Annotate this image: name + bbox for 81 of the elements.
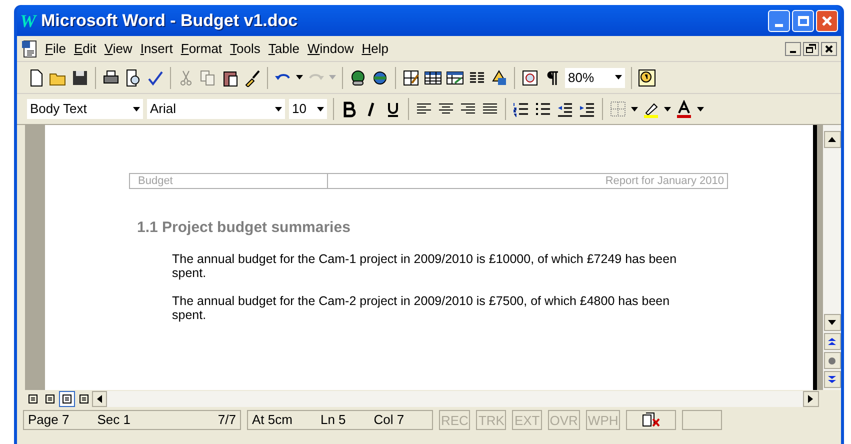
menu-item[interactable]: View: [100, 38, 136, 58]
dropdown-arrow-icon[interactable]: [664, 106, 671, 112]
print-layout-button[interactable]: [59, 391, 75, 407]
table-icon[interactable]: [424, 68, 442, 86]
arrow-icon: [828, 318, 836, 326]
body-paragraph: The annual budget for the Cam-2 project in 2009/2010 is £7500, of which £4800 has been spent.: [172, 294, 671, 322]
globe-link-icon[interactable]: [349, 68, 367, 86]
circle-icon: [828, 356, 836, 364]
document-map-icon[interactable]: [521, 68, 539, 86]
close-icon: [825, 44, 833, 52]
font-dropdown[interactable]: Arial: [147, 99, 285, 119]
page-lines-icon: [45, 394, 55, 404]
close-button[interactable]: [816, 10, 838, 32]
dropdown-arrow-icon[interactable]: [631, 106, 638, 112]
section-heading: 1.1 Project budget summaries: [137, 218, 352, 238]
help-icon[interactable]: [638, 68, 656, 86]
book-error-icon[interactable]: [641, 412, 662, 428]
menu-item[interactable]: File: [41, 38, 70, 58]
maximize-button[interactable]: [792, 10, 814, 32]
menu-item[interactable]: Insert: [136, 38, 177, 58]
status-panel: [682, 410, 722, 430]
printer-icon[interactable]: [102, 68, 120, 86]
menu-item[interactable]: Tools: [226, 38, 264, 58]
select-browse-object-button[interactable]: [824, 352, 840, 369]
dropdown-arrow-icon[interactable]: [317, 106, 324, 112]
close-document-button[interactable]: [821, 42, 837, 56]
status-text: Sec 1: [97, 411, 130, 430]
minimize-document-button[interactable]: [785, 42, 801, 56]
close-icon: [821, 14, 833, 26]
previous-page-button[interactable]: [824, 333, 840, 350]
header-text: Report for January 2010: [605, 174, 724, 188]
double-down-arrow-icon: [828, 376, 836, 384]
menu-item[interactable]: Edit: [70, 38, 100, 58]
font-color-icon[interactable]: [675, 100, 693, 118]
window-title: Microsoft Word - Budget v1.doc: [41, 10, 299, 32]
status-text: Page 7: [28, 411, 70, 430]
clipboard-icon[interactable]: [221, 68, 239, 86]
dropdown-arrow-icon[interactable]: [275, 106, 282, 112]
app-logo: W: [20, 12, 36, 30]
tables-borders-icon[interactable]: [402, 68, 420, 86]
dropdown-arrow-icon[interactable]: [133, 106, 140, 112]
restore-document-button[interactable]: [803, 42, 819, 56]
scroll-right-button[interactable]: [803, 391, 819, 407]
spelling-check-icon[interactable]: [146, 68, 164, 86]
body-paragraph: The annual budget for the Cam-1 project in 2009/2010 is £10000, of which £7249 has been spent.: [172, 252, 678, 280]
dropdown-arrow-icon[interactable]: [697, 106, 704, 112]
page-lines-icon: [28, 394, 38, 404]
header-text: Budget: [138, 175, 173, 187]
menu-item[interactable]: Help: [358, 38, 392, 58]
font-size-dropdown[interactable]: 10: [289, 99, 327, 119]
arrow-icon: [828, 136, 836, 144]
style-dropdown[interactable]: Body Text: [27, 99, 143, 119]
drawing-shapes-icon[interactable]: [490, 68, 508, 86]
arrow-icon: [807, 395, 815, 403]
menu-item[interactable]: Window: [303, 38, 358, 58]
bulleted-list-icon[interactable]: [534, 100, 552, 118]
zoom-dropdown[interactable]: 80%: [565, 68, 625, 88]
status-text: Col 7: [374, 411, 404, 430]
dropdown-arrow-icon[interactable]: [615, 75, 622, 80]
scroll-up-button[interactable]: [824, 131, 840, 148]
paintbrush-icon[interactable]: [243, 68, 261, 86]
scroll-left-button[interactable]: [92, 391, 107, 407]
status-text: At 5cm: [252, 411, 292, 430]
page-lines-icon: [62, 394, 72, 404]
menu-item[interactable]: Table: [264, 38, 304, 58]
spreadsheet-icon[interactable]: [446, 68, 464, 86]
status-text: Ln 5: [320, 411, 346, 430]
double-up-arrow-icon: [828, 338, 836, 346]
print-preview-icon[interactable]: [124, 68, 142, 86]
dropdown-arrow-icon[interactable]: [296, 75, 303, 80]
arrow-icon: [96, 395, 104, 403]
minimize-button[interactable]: [768, 10, 790, 32]
page-lines-icon: [79, 394, 89, 404]
horizontal-scrollbar[interactable]: [107, 391, 803, 407]
numbered-list-icon[interactable]: [512, 100, 530, 118]
status-text: 7/7: [218, 411, 236, 430]
menu-item[interactable]: Format: [176, 38, 226, 58]
scroll-down-button[interactable]: [824, 314, 840, 331]
vertical-scrollbar[interactable]: [823, 125, 841, 390]
next-page-button[interactable]: [824, 371, 840, 388]
document-icon: [21, 40, 39, 58]
